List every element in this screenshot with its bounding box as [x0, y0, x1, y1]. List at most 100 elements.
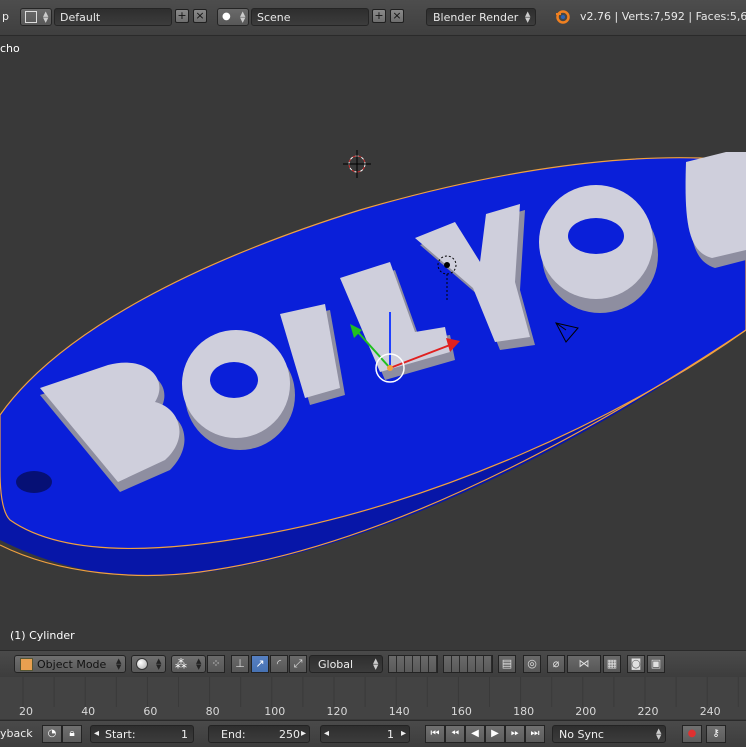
play-reverse-icon[interactable]: ◀ — [465, 725, 485, 743]
timeline-tick-label: 200 — [575, 705, 597, 718]
mode-select[interactable]: Object Mode ▲ ▼ — [14, 655, 126, 673]
updown-arrows-icon: ▲ ▼ — [43, 10, 49, 24]
scene-icon: ● — [222, 11, 231, 22]
render-opengl-icon[interactable]: ▦ — [603, 655, 621, 673]
jump-start-icon[interactable]: ⏮︎ — [425, 725, 445, 743]
pivot-point-select[interactable]: ⁂ ▲ ▼ — [171, 655, 206, 673]
keyframe-auto-icon[interactable]: ◔ — [42, 725, 62, 743]
mode-label: Object Mode — [37, 658, 107, 671]
manipulator-toggle[interactable]: ⁘ — [207, 655, 225, 673]
render-engine-label: Blender Render — [433, 11, 519, 24]
start-label: Start: — [105, 728, 136, 741]
layout-browse-button[interactable]: ▲ ▼ — [20, 8, 52, 26]
updown-arrows-icon: ▲ ▼ — [525, 10, 531, 24]
editor-menu-stub[interactable]: p — [2, 10, 9, 23]
updown-arrows-icon: ▲ ▼ — [116, 657, 122, 671]
record-icon[interactable]: ● — [682, 725, 702, 743]
timeline-tick-label: 160 — [450, 705, 472, 718]
updown-arrows-icon: ▲ ▼ — [240, 10, 246, 24]
next-keyframe-icon[interactable]: ⏩︎ — [505, 725, 525, 743]
keyring-hole — [16, 471, 52, 493]
timeline-tick-label: 80 — [205, 705, 220, 718]
updown-arrows-icon: ▲ ▼ — [156, 657, 162, 671]
delete-scene-icon[interactable]: × — [390, 9, 404, 23]
scale-manipulator-icon[interactable]: ⤢ — [289, 655, 307, 673]
add-layout-icon[interactable]: + — [175, 9, 189, 23]
timeline-tick-label: 60 — [143, 705, 158, 718]
render-animation-icon[interactable]: ▣ — [647, 655, 665, 673]
rotate-manipulator-icon[interactable]: ◜ — [270, 655, 288, 673]
timeline-tick-label: 100 — [264, 705, 286, 718]
sync-mode-select[interactable]: No Sync ▲ ▼ — [552, 725, 666, 743]
scene-name: Scene — [257, 11, 291, 24]
timeline-tick-label: 220 — [637, 705, 659, 718]
jump-end-icon[interactable]: ⏭︎ — [525, 725, 545, 743]
object-mode-icon — [20, 658, 33, 671]
play-icon[interactable]: ▶ — [485, 725, 505, 743]
timeline-tick-label: 40 — [81, 705, 96, 718]
playback-menu-stub[interactable]: yback — [0, 727, 33, 740]
scene-actions: + × — [370, 8, 410, 26]
transform-orientation-select[interactable]: Global ▲ ▼ — [309, 655, 383, 673]
manipulator-visibility-icon[interactable]: ⊥ — [231, 655, 249, 673]
view-label: cho — [0, 42, 20, 55]
scene-stats: v2.76 | Verts:7,592 | Faces:5,629 — [580, 10, 746, 23]
keying-set-icon[interactable]: ⚷ — [706, 725, 726, 743]
render-engine-select[interactable]: Blender Render ▲ ▼ — [426, 8, 536, 26]
scene-name-field[interactable]: Scene — [251, 8, 369, 26]
start-value: 1 — [181, 728, 188, 741]
updown-arrows-icon: ▲ ▼ — [196, 657, 202, 671]
snap-element-select[interactable]: ⋈ — [567, 655, 601, 673]
3d-cursor — [343, 150, 371, 178]
active-object-label: (1) Cylinder — [10, 629, 75, 642]
viewport-header: Object Mode ▲ ▼ ▲ ▼ ⁂ ▲ ▼ ⁘ ⊥ ↗ ◜ ⤢ Global … — [0, 650, 746, 678]
letter-u — [685, 152, 746, 258]
current-frame-field[interactable]: ◂ 1 ▸ — [320, 725, 410, 743]
increment-arrow-icon: ▸ — [301, 728, 307, 739]
scene-layers-group-2[interactable] — [443, 655, 493, 673]
updown-arrows-icon: ▲ ▼ — [373, 657, 379, 671]
layout-name-field[interactable]: Default — [54, 8, 172, 26]
timeline-ruler — [22, 677, 739, 707]
proportional-icon: ⁘ — [211, 657, 221, 670]
timeline-tick-label: 20 — [19, 705, 33, 718]
blender-logo-icon — [555, 9, 570, 24]
updown-arrows-icon: ▲ ▼ — [656, 727, 662, 741]
timeline-tick-label: 120 — [326, 705, 348, 718]
sync-mode-label: No Sync — [559, 728, 604, 741]
end-frame-field[interactable]: End: 250 ▸ — [208, 725, 310, 743]
add-scene-icon[interactable]: + — [372, 9, 386, 23]
info-header: p ▲ ▼ Default + × ● ▲ ▼ Scene + × Blender … — [0, 0, 746, 36]
scene-browse-button[interactable]: ● ▲ ▼ — [217, 8, 249, 26]
increment-arrow-icon: ▸ — [401, 728, 407, 739]
timeline-tick-label: 180 — [513, 705, 535, 718]
translate-manipulator-icon[interactable]: ↗ — [251, 655, 269, 673]
screen-layout-icon — [25, 11, 37, 23]
end-label: End: — [221, 728, 246, 741]
gear-right-hole — [568, 218, 624, 254]
scene-layers-group-1[interactable] — [388, 655, 438, 673]
lock-layers-icon[interactable]: ▤ — [498, 655, 516, 673]
proportional-editing-icon[interactable]: ◎ — [523, 655, 541, 673]
timeline-header: yback ◔ 🔒︎ ◂ Start: 1 End: 250 ▸ ◂ 1 ▸ ⏮… — [0, 720, 746, 747]
start-frame-field[interactable]: ◂ Start: 1 — [90, 725, 194, 743]
viewport-shading-select[interactable]: ▲ ▼ — [131, 655, 166, 673]
end-value: 250 — [279, 728, 300, 741]
timeline-tick-label: 240 — [699, 705, 721, 718]
prev-keyframe-icon[interactable]: ⏪︎ — [445, 725, 465, 743]
decrement-arrow-icon: ◂ — [324, 728, 330, 739]
timeline[interactable]: 20 40 60 80 100 120 140 160 180 200 220 240 — [0, 677, 746, 719]
3d-viewport[interactable] — [0, 35, 746, 650]
render-camera-icon[interactable]: ◙ — [627, 655, 645, 673]
delete-layout-icon[interactable]: × — [193, 9, 207, 23]
pivot-point-icon: ⁂ — [175, 657, 187, 671]
viewport-scene — [0, 150, 746, 577]
decrement-arrow-icon: ◂ — [94, 728, 100, 739]
lock-time-icon[interactable]: 🔒︎ — [62, 725, 82, 743]
gear-left-hole — [210, 362, 258, 398]
layout-actions: + × — [173, 8, 213, 26]
transform-orientation-label: Global — [318, 658, 354, 671]
current-frame-value: 1 — [387, 728, 394, 741]
timeline-tick-label: 140 — [388, 705, 410, 718]
snap-toggle-icon[interactable]: ⌀ — [547, 655, 565, 673]
